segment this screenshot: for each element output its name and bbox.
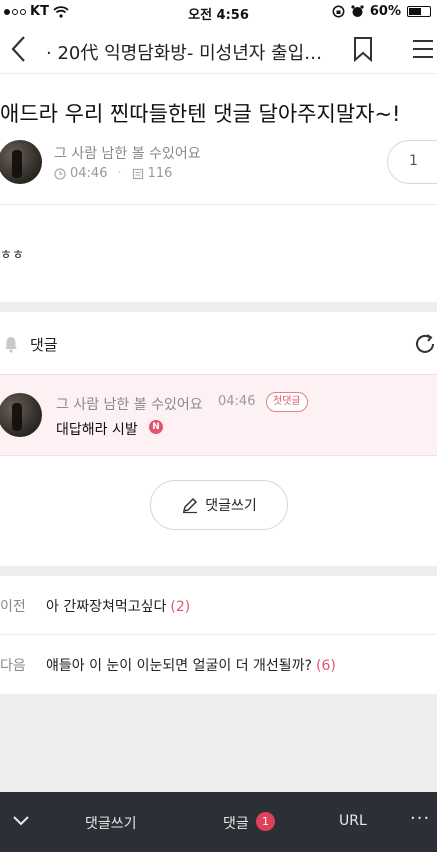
- toolbar-url[interactable]: URL: [339, 813, 367, 829]
- write-comment-label: 댓글쓰기: [205, 498, 257, 514]
- prev-comment-count: (2): [170, 599, 191, 615]
- section-gap: [0, 566, 437, 576]
- meta-separator: ·: [117, 166, 122, 181]
- rotation-lock-icon: [332, 5, 345, 18]
- prev-post-link[interactable]: 이전 아 간짜장쳐먹고싶다 (2): [0, 576, 437, 634]
- comment-text: 대답해라 시발: [56, 422, 138, 438]
- comment-author[interactable]: 그 사람 남한 볼 수있어요: [56, 394, 203, 414]
- post-meta: 04:46 · 116: [54, 166, 172, 181]
- chevron-down-icon[interactable]: [12, 812, 30, 828]
- new-badge: N: [149, 420, 163, 434]
- next-title: 얘들아 이 눈이 이눈되면 얼굴이 더 개선될까?: [46, 658, 312, 674]
- post-time: 04:46: [70, 166, 108, 181]
- first-comment-badge: 첫댓글: [266, 392, 308, 412]
- clock-icon: [54, 167, 66, 180]
- post-body: ㅎㅎ: [0, 248, 24, 263]
- comment-time: 04:46: [218, 394, 256, 409]
- comment-item: 그 사람 남한 볼 수있어요 04:46 첫댓글 대답해라 시발 N: [0, 374, 437, 456]
- next-comment-count: (6): [315, 658, 336, 674]
- battery-icon: [407, 6, 431, 17]
- author-avatar[interactable]: [0, 140, 42, 184]
- pencil-icon: [183, 497, 198, 514]
- views-icon: [132, 168, 143, 179]
- board-title[interactable]: · 20代 익명담화방- 미성년자 출입…: [46, 39, 336, 65]
- prev-title: 아 간짜장쳐먹고싶다: [46, 599, 167, 615]
- section-gap: [0, 302, 437, 312]
- divider: [0, 204, 437, 205]
- toolbar-write-comment[interactable]: 댓글쓰기: [85, 813, 137, 833]
- post-author[interactable]: 그 사람 남한 볼 수있어요: [54, 143, 201, 163]
- next-post-link[interactable]: 다음 얘들아 이 눈이 이눈되면 얼굴이 더 개선될까? (6): [0, 635, 437, 693]
- back-arrow-icon[interactable]: [6, 34, 32, 64]
- comments-label: 댓글: [30, 336, 58, 354]
- toolbar-comment-badge: 1: [256, 812, 275, 831]
- more-icon[interactable]: ···: [410, 808, 430, 829]
- comments-header: 댓글: [0, 312, 437, 374]
- bottom-toolbar: 댓글쓰기 댓글 1 URL ···: [0, 792, 437, 852]
- nav-bar: · 20代 익명담화방- 미성년자 출입…: [0, 26, 437, 74]
- bookmark-icon[interactable]: [352, 36, 374, 62]
- post-title: 애드라 우리 찐따들한텐 댓글 달아주지말자~!: [0, 102, 401, 126]
- toolbar-comments[interactable]: 댓글: [223, 813, 249, 833]
- menu-icon[interactable]: [411, 38, 435, 60]
- refresh-icon[interactable]: [413, 332, 437, 356]
- bottom-gap: [0, 694, 437, 792]
- status-bar: KT 오전 4:56 60%: [0, 0, 437, 24]
- bell-icon[interactable]: [3, 335, 19, 353]
- alarm-icon: [351, 5, 364, 17]
- comment-count: 1: [409, 153, 418, 169]
- battery-percent: 60%: [369, 4, 401, 19]
- prev-label: 이전: [0, 599, 26, 615]
- comment-avatar[interactable]: [0, 393, 42, 437]
- comment-count-button[interactable]: 1: [387, 140, 437, 184]
- write-comment-button[interactable]: 댓글쓰기: [150, 480, 288, 530]
- next-label: 다음: [0, 658, 26, 674]
- post-views: 116: [147, 166, 173, 181]
